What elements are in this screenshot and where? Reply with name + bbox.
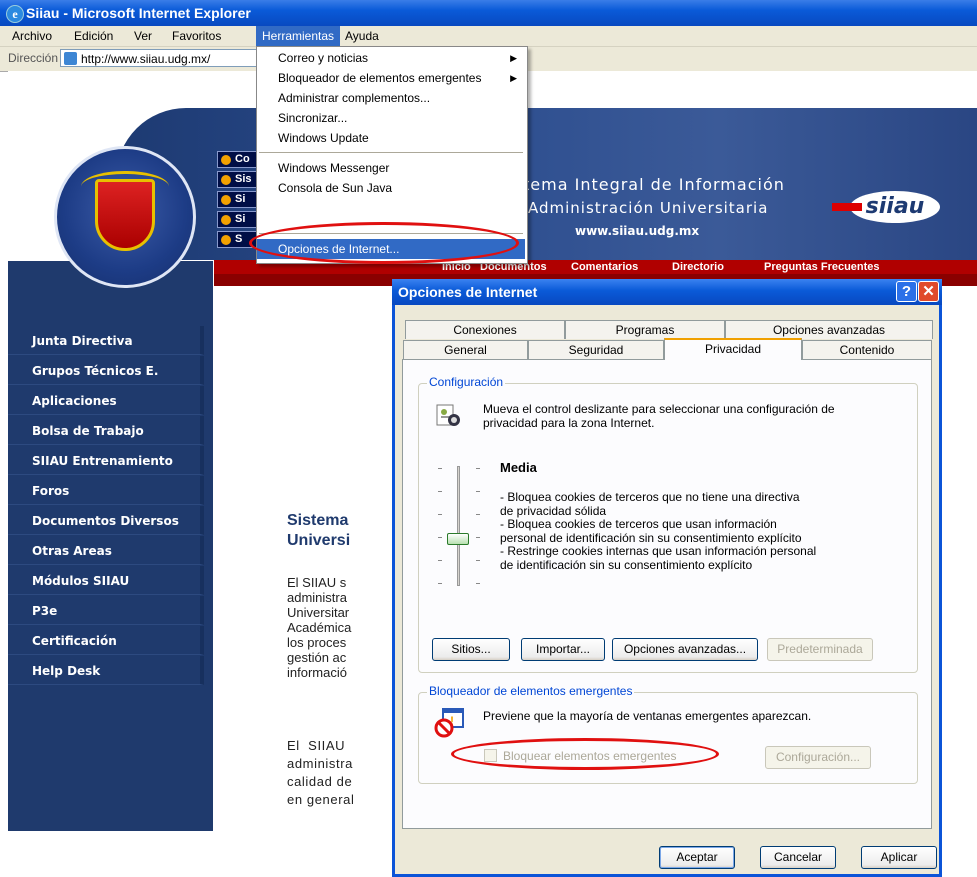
page-paragraph: El SIIAU s administra Universitar Académ…: [287, 575, 352, 680]
popup-blocker-group-label: Bloqueador de elementos emergentes: [427, 684, 635, 698]
tab-contenido[interactable]: Contenido: [802, 340, 932, 359]
menu-item-messenger[interactable]: Windows Messenger: [257, 158, 525, 178]
default-button[interactable]: Predeterminada: [767, 638, 873, 661]
privacy-level-name: Media: [500, 460, 537, 475]
site-title-line1: tema Integral de Información: [523, 175, 785, 194]
siiau-logo: siiau: [832, 191, 940, 223]
menu-edicion[interactable]: Edición: [68, 26, 119, 46]
address-input[interactable]: http://www.siiau.udg.mx/: [60, 49, 260, 67]
left-nav: Junta Directiva Grupos Técnicos E. Aplic…: [8, 326, 213, 831]
tab-conexiones[interactable]: Conexiones: [405, 320, 565, 339]
submenu-arrow-icon: ▶: [510, 53, 517, 63]
menu-ver[interactable]: Ver: [128, 26, 158, 46]
tab-general[interactable]: General: [403, 340, 528, 359]
left-nav-item[interactable]: Módulos SIIAU: [8, 566, 204, 595]
config-description: Mueva el control deslizante para selecci…: [483, 402, 835, 430]
left-nav-item[interactable]: Help Desk: [8, 656, 204, 685]
internet-explorer-icon: e: [6, 5, 24, 23]
menu-separator: [259, 152, 523, 153]
menu-item-sun-java[interactable]: Consola de Sun Java: [257, 178, 525, 198]
sites-button[interactable]: Sitios...: [432, 638, 510, 661]
nav-directorio[interactable]: Directorio: [672, 260, 724, 274]
apply-button[interactable]: Aplicar: [861, 846, 937, 869]
popup-blocker-description: Previene que la mayoría de ventanas emer…: [483, 709, 812, 723]
ok-button[interactable]: Aceptar: [659, 846, 735, 869]
nav-comentarios[interactable]: Comentarios: [571, 260, 638, 274]
menu-item-sincronizar[interactable]: Sincronizar...: [257, 108, 525, 128]
tab-seguridad[interactable]: Seguridad: [528, 340, 664, 359]
ie-title-bar: e Siiau - Microsoft Internet Explorer: [0, 0, 977, 26]
dialog-title-bar: Opciones de Internet ? ✕: [392, 279, 942, 305]
submenu-arrow-icon: ▶: [510, 73, 517, 83]
advanced-button[interactable]: Opciones avanzadas...: [612, 638, 758, 661]
window-title: Siiau - Microsoft Internet Explorer: [26, 5, 251, 21]
address-value: http://www.siiau.udg.mx/: [81, 52, 211, 66]
annotation-oval-menu: [249, 222, 519, 264]
menu-ayuda[interactable]: Ayuda: [339, 26, 385, 46]
annotation-oval-checkbox: [451, 738, 719, 770]
popup-settings-button[interactable]: Configuración...: [765, 746, 871, 769]
menu-item-complementos[interactable]: Administrar complementos...: [257, 88, 525, 108]
site-url: www.siiau.udg.mx: [575, 224, 700, 238]
left-nav-item[interactable]: Foros: [8, 476, 204, 505]
dialog-title: Opciones de Internet: [398, 284, 538, 300]
menu-archivo[interactable]: Archivo: [6, 26, 58, 46]
tab-privacidad[interactable]: Privacidad: [664, 338, 802, 360]
menu-item-bloqueador[interactable]: Bloqueador de elementos emergentes ▶: [257, 68, 525, 88]
menu-herramientas[interactable]: Herramientas: [256, 26, 341, 46]
popup-blocker-group: [418, 692, 918, 784]
address-label: Dirección: [8, 51, 59, 65]
menu-item-windows-update[interactable]: Windows Update: [257, 128, 525, 148]
left-nav-item[interactable]: SIIAU Entrenamiento: [8, 446, 204, 475]
privacy-settings-icon: [436, 402, 462, 428]
help-button[interactable]: ?: [896, 281, 917, 302]
left-nav-item[interactable]: Junta Directiva: [8, 326, 204, 355]
tab-opciones-avanzadas[interactable]: Opciones avanzadas: [725, 320, 933, 339]
privacy-slider-thumb[interactable]: [447, 533, 469, 545]
page-icon: [64, 52, 77, 65]
left-nav-item[interactable]: Bolsa de Trabajo: [8, 416, 204, 445]
privacy-level-description: - Bloquea cookies de terceros que no tie…: [500, 490, 817, 572]
site-title-line2: Administración Universitaria: [528, 199, 769, 217]
config-group-label: Configuración: [427, 375, 506, 389]
menu-bar: Archivo Edición Ver Favoritos Herramient…: [0, 26, 977, 47]
university-crest-icon: [54, 146, 196, 288]
left-nav-item[interactable]: Grupos Técnicos E.: [8, 356, 204, 385]
left-nav-item[interactable]: Certificación: [8, 626, 204, 655]
page-paragraph: El SIIAU administra calidad de en genera…: [287, 738, 355, 807]
left-nav-item[interactable]: Documentos Diversos: [8, 506, 204, 535]
left-nav-item[interactable]: P3e: [8, 596, 204, 625]
nav-preguntas[interactable]: Preguntas Frecuentes: [764, 260, 880, 274]
tab-programas[interactable]: Programas: [565, 320, 725, 339]
page-heading: Sistema Universi: [287, 512, 351, 549]
menu-favoritos[interactable]: Favoritos: [166, 26, 227, 46]
menu-item-correo[interactable]: Correo y noticias ▶: [257, 48, 525, 68]
popup-blocker-icon: !: [433, 707, 465, 739]
cancel-button[interactable]: Cancelar: [760, 846, 836, 869]
import-button[interactable]: Importar...: [521, 638, 605, 661]
left-nav-item[interactable]: Otras Areas: [8, 536, 204, 565]
privacy-slider-track[interactable]: [457, 466, 460, 586]
close-button[interactable]: ✕: [918, 281, 939, 302]
left-nav-item[interactable]: Aplicaciones: [8, 386, 204, 415]
